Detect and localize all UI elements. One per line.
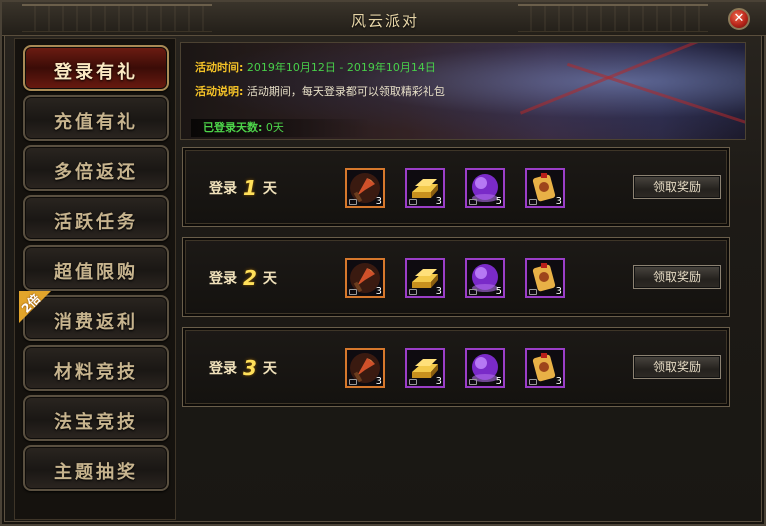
sidebar-item-label: 多倍返还 <box>54 162 138 183</box>
item-count: 3 <box>555 286 562 297</box>
sidebar-item-label: 法宝竞技 <box>54 412 138 433</box>
reward-item-slot[interactable]: 3 <box>405 168 445 208</box>
reward-item-slot[interactable]: 3 <box>345 258 385 298</box>
reward-item-slot[interactable]: 3 <box>525 168 565 208</box>
close-icon: ✕ <box>733 11 745 26</box>
item-count: 3 <box>435 286 442 297</box>
claim-reward-button[interactable]: 领取奖励 <box>633 175 721 199</box>
sidebar-item-active-tasks[interactable]: 活跃任务 <box>23 195 169 241</box>
reward-day-number: 2 <box>243 266 257 290</box>
lock-icon <box>529 199 537 205</box>
claim-reward-button[interactable]: 领取奖励 <box>633 355 721 379</box>
title-bar: 风云派对 ✕ <box>2 2 766 36</box>
reward-item-slot[interactable]: 5 <box>465 348 505 388</box>
reward-item-slot[interactable]: 5 <box>465 168 505 208</box>
sidebar-item-label: 主题抽奖 <box>54 462 138 483</box>
sidebar-item-login-gift[interactable]: 登录有礼 <box>23 45 169 91</box>
lock-icon <box>529 379 537 385</box>
reward-item-slot[interactable]: 3 <box>525 258 565 298</box>
item-count: 3 <box>375 286 382 297</box>
sidebar-item-label: 登录有礼 <box>54 62 138 83</box>
item-count: 3 <box>555 196 562 207</box>
sidebar-item-multi-return[interactable]: 多倍返还 <box>23 145 169 191</box>
reward-item-slot[interactable]: 3 <box>345 168 385 208</box>
reward-item-slot[interactable]: 3 <box>525 348 565 388</box>
lock-icon <box>469 289 477 295</box>
reward-row: 登录 3 天 3 3 5 3 领取奖励 <box>182 327 730 407</box>
reward-day-label: 登录 1 天 <box>209 176 277 200</box>
item-count: 3 <box>435 196 442 207</box>
reward-day-number: 1 <box>243 176 257 200</box>
item-count: 3 <box>555 376 562 387</box>
reward-day-prefix: 登录 <box>209 361 237 377</box>
item-count: 3 <box>435 376 442 387</box>
login-days-label: 已登录天数: <box>203 121 263 134</box>
reward-day-number: 3 <box>243 356 257 380</box>
reward-item-slot[interactable]: 5 <box>465 258 505 298</box>
reward-row: 登录 2 天 3 3 5 3 领取奖励 <box>182 237 730 317</box>
lock-icon <box>409 199 417 205</box>
reward-day-label: 登录 2 天 <box>209 266 277 290</box>
sidebar-item-label: 超值限购 <box>54 262 138 283</box>
lock-icon <box>349 379 357 385</box>
claim-reward-button[interactable]: 领取奖励 <box>633 265 721 289</box>
event-desc-row: 活动说明: 活动期间，每天登录都可以领取精彩礼包 <box>195 83 445 99</box>
reward-day-suffix: 天 <box>262 361 277 377</box>
sidebar-item-treasure-contest[interactable]: 法宝竞技 <box>23 395 169 441</box>
sidebar-item-label: 活跃任务 <box>54 212 138 233</box>
reward-item-slot[interactable]: 3 <box>405 348 445 388</box>
event-desc-value: 活动期间，每天登录都可以领取精彩礼包 <box>246 85 445 98</box>
reward-day-label: 登录 3 天 <box>209 356 277 380</box>
reward-day-prefix: 登录 <box>209 181 237 197</box>
sidebar-item-spend-rebate[interactable]: 消费返利 2倍 <box>19 291 169 341</box>
event-time-row: 活动时间: 2019年10月12日 - 2019年10月14日 <box>195 59 436 75</box>
item-count: 3 <box>375 376 382 387</box>
banner-decoration <box>566 62 745 139</box>
event-time-label: 活动时间: <box>195 61 244 74</box>
lock-icon <box>349 289 357 295</box>
item-count: 3 <box>375 196 382 207</box>
event-time-value: 2019年10月12日 - 2019年10月14日 <box>246 61 436 74</box>
lock-icon <box>469 379 477 385</box>
login-days-box: 已登录天数: 0天 <box>191 119 371 137</box>
banner-decoration <box>519 43 745 115</box>
reward-day-suffix: 天 <box>262 271 277 287</box>
event-desc-label: 活动说明: <box>195 85 244 98</box>
reward-row: 登录 1 天 3 3 5 3 领取奖励 <box>182 147 730 227</box>
window-title: 风云派对 <box>350 12 419 30</box>
reward-item-slot[interactable]: 3 <box>345 348 385 388</box>
reward-day-suffix: 天 <box>262 181 277 197</box>
sidebar: 登录有礼 充值有礼 多倍返还 活跃任务 超值限购 消费返利 2倍 材料竞技 法宝… <box>14 38 176 520</box>
lock-icon <box>469 199 477 205</box>
event-banner: 活动时间: 2019年10月12日 - 2019年10月14日 活动说明: 活动… <box>180 42 746 140</box>
reward-item-slot[interactable]: 3 <box>405 258 445 298</box>
lock-icon <box>409 379 417 385</box>
sidebar-item-value-purchase[interactable]: 超值限购 <box>23 245 169 291</box>
close-button[interactable]: ✕ <box>728 8 750 30</box>
sidebar-item-recharge-gift[interactable]: 充值有礼 <box>23 95 169 141</box>
item-count: 5 <box>495 286 502 297</box>
sidebar-item-material-contest[interactable]: 材料竞技 <box>23 345 169 391</box>
login-days-value: 0天 <box>265 121 284 134</box>
sidebar-item-label: 充值有礼 <box>54 112 138 133</box>
event-window: 风云派对 ✕ 登录有礼 充值有礼 多倍返还 活跃任务 超值限购 消费返利 2倍 … <box>0 0 766 526</box>
item-count: 5 <box>495 376 502 387</box>
lock-icon <box>409 289 417 295</box>
lock-icon <box>529 289 537 295</box>
lock-icon <box>349 199 357 205</box>
reward-day-prefix: 登录 <box>209 271 237 287</box>
item-count: 5 <box>495 196 502 207</box>
sidebar-item-theme-lottery[interactable]: 主题抽奖 <box>23 445 169 491</box>
sidebar-item-label: 材料竞技 <box>54 362 138 383</box>
